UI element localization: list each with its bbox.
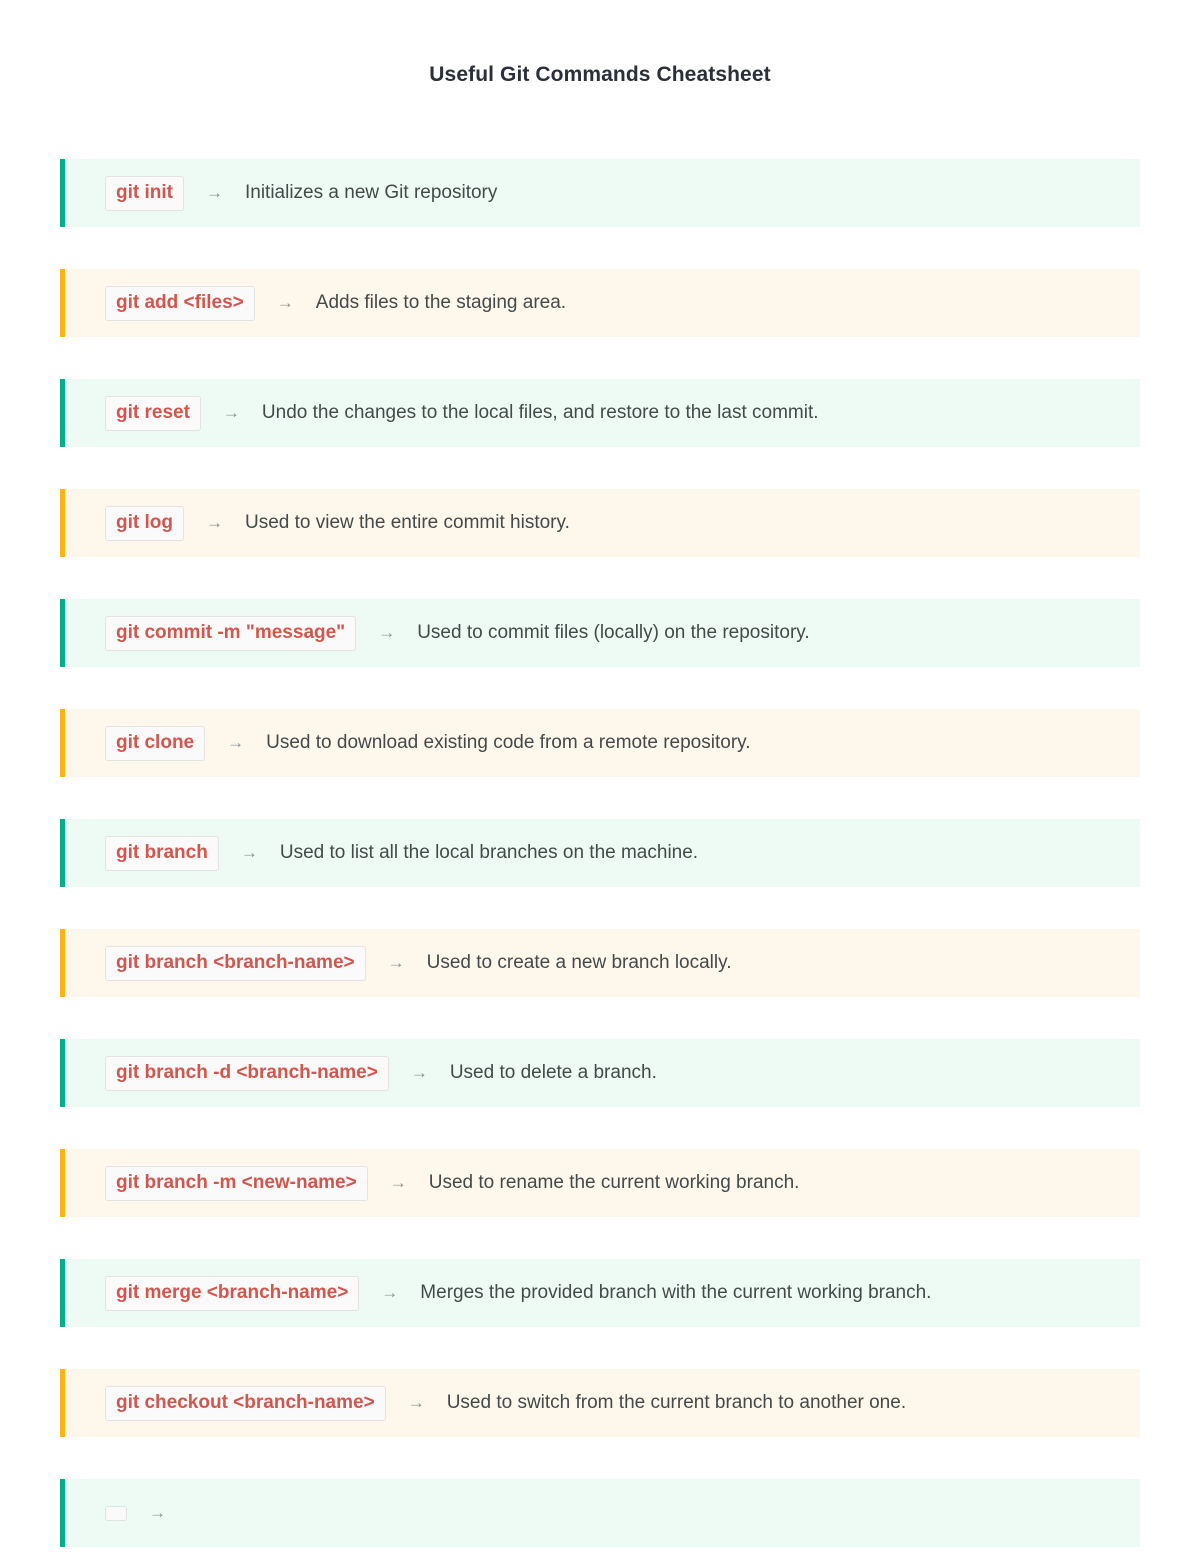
command-description: Initializes a new Git repository: [244, 182, 498, 203]
arrow-icon: →: [389, 1173, 407, 1192]
command-badge[interactable]: git commit -m "message": [105, 615, 357, 651]
command-description: Merges the provided branch with the curr…: [420, 1282, 932, 1303]
command-description: Adds files to the staging area.: [315, 292, 567, 313]
arrow-icon: →: [407, 1393, 425, 1412]
command-row-partial: →: [60, 1479, 1140, 1547]
arrow-icon: →: [378, 623, 396, 642]
command-badge[interactable]: git checkout <branch-name>: [105, 1385, 386, 1421]
command-row: git log → Used to view the entire commit…: [60, 489, 1140, 557]
command-description: Used to switch from the current branch t…: [446, 1392, 907, 1413]
command-row: git reset → Undo the changes to the loca…: [60, 379, 1140, 447]
command-row: git commit -m "message" → Used to commit…: [60, 599, 1140, 667]
command-badge[interactable]: git log: [105, 505, 184, 541]
arrow-icon: →: [410, 1063, 428, 1082]
arrow-icon: →: [222, 403, 240, 422]
arrow-icon: →: [149, 1503, 166, 1522]
command-row: git branch <branch-name> → Used to creat…: [60, 929, 1140, 997]
command-badge[interactable]: git reset: [105, 395, 201, 431]
command-description: Used to create a new branch locally.: [426, 952, 732, 973]
command-list: git init → Initializes a new Git reposit…: [0, 159, 1200, 1547]
command-row: git checkout <branch-name> → Used to swi…: [60, 1369, 1140, 1437]
command-description: Used to download existing code from a re…: [266, 732, 751, 753]
command-badge[interactable]: git branch <branch-name>: [105, 945, 366, 981]
command-badge[interactable]: git branch -d <branch-name>: [105, 1055, 389, 1091]
command-badge[interactable]: git merge <branch-name>: [105, 1275, 360, 1311]
command-description: Used to delete a branch.: [449, 1062, 657, 1083]
command-row: git init → Initializes a new Git reposit…: [60, 159, 1140, 227]
cheatsheet-page: Useful Git Commands Cheatsheet git init …: [0, 0, 1200, 1553]
command-row: git branch → Used to list all the local …: [60, 819, 1140, 887]
page-title: Useful Git Commands Cheatsheet: [429, 63, 771, 86]
command-badge[interactable]: [105, 1505, 127, 1521]
command-description: Used to commit files (locally) on the re…: [417, 622, 810, 643]
command-badge[interactable]: git add <files>: [105, 285, 255, 321]
command-row: git branch -d <branch-name> → Used to de…: [60, 1039, 1140, 1107]
command-badge[interactable]: git branch -m <new-name>: [105, 1165, 368, 1201]
arrow-icon: →: [205, 513, 223, 532]
command-badge[interactable]: git clone: [105, 725, 206, 761]
command-row: git clone → Used to download existing co…: [60, 709, 1140, 777]
command-badge[interactable]: git branch: [105, 835, 219, 871]
arrow-icon: →: [240, 843, 258, 862]
command-badge[interactable]: git init: [105, 175, 184, 211]
arrow-icon: →: [381, 1283, 399, 1302]
command-description: Used to list all the local branches on t…: [279, 842, 699, 863]
arrow-icon: →: [387, 953, 405, 972]
arrow-icon: →: [205, 183, 223, 202]
arrow-icon: →: [227, 733, 245, 752]
command-row: git branch -m <new-name> → Used to renam…: [60, 1149, 1140, 1217]
command-row: git add <files> → Adds files to the stag…: [60, 269, 1140, 337]
command-description: Used to view the entire commit history.: [244, 512, 570, 533]
arrow-icon: →: [276, 293, 294, 312]
command-description: Undo the changes to the local files, and…: [261, 402, 819, 423]
command-row: git merge <branch-name> → Merges the pro…: [60, 1259, 1140, 1327]
command-description: Used to rename the current working branc…: [428, 1172, 800, 1193]
